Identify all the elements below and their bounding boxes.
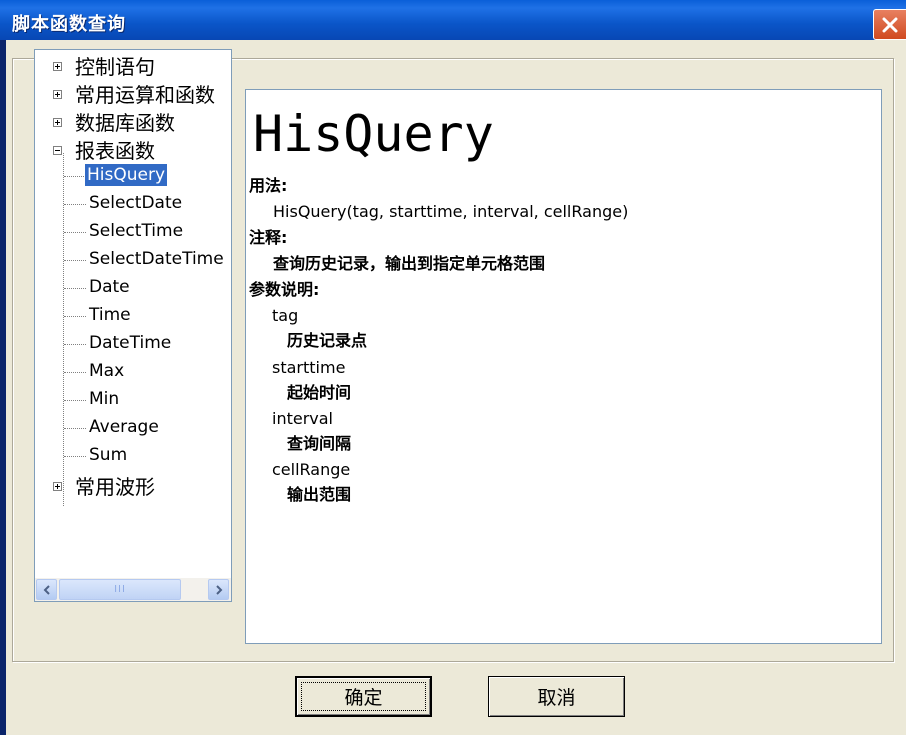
param-name: tag	[272, 306, 299, 325]
tree-guide-line	[64, 344, 86, 345]
tree-guide-line	[64, 316, 86, 317]
window-title: 脚本函数查询	[12, 14, 126, 35]
tree-node-control[interactable]: 控制语句	[35, 53, 231, 79]
note-heading: 注释:	[249, 228, 288, 247]
tree-guide-line	[64, 204, 86, 205]
param-name: cellRange	[272, 460, 351, 479]
cancel-button-label: 取消	[537, 687, 576, 709]
usage-heading: 用法:	[249, 176, 288, 195]
tree-guide-line	[64, 260, 86, 261]
tree-guide-line	[63, 153, 64, 506]
tree-node-label: 数据库函数	[75, 111, 175, 135]
scroll-thumb[interactable]: III	[59, 579, 181, 600]
param-desc: 输出范围	[287, 485, 352, 504]
tree-node-report[interactable]: 报表函数	[35, 137, 231, 163]
tree-node-common-ops[interactable]: 常用运算和函数	[35, 81, 231, 107]
tree-node-label: 报表函数	[75, 139, 155, 163]
tree-item-hisquery[interactable]: HisQuery	[83, 163, 169, 187]
param-name: interval	[272, 409, 333, 428]
tree-node-label: 控制语句	[75, 55, 155, 79]
scroll-right-button[interactable]	[208, 579, 229, 600]
tree-guide-line	[64, 176, 86, 177]
tree-item-selectdate[interactable]: SelectDate	[87, 192, 184, 214]
tree-item-date[interactable]: Date	[87, 276, 132, 298]
tree-items: 控制语句 常用运算和函数 数据库函数 报表函数 HisQuery SelectD…	[35, 50, 231, 578]
tree-guide-line	[64, 232, 86, 233]
params-heading: 参数说明:	[249, 280, 320, 299]
function-name-heading: HisQuery	[253, 105, 494, 163]
param-name: starttime	[272, 358, 346, 377]
cancel-button[interactable]: 取消	[488, 676, 625, 717]
scroll-grip: III	[114, 584, 126, 595]
expand-icon[interactable]	[53, 118, 62, 127]
expand-icon[interactable]	[53, 62, 62, 71]
close-icon	[882, 17, 898, 32]
tree-guide-line	[64, 456, 86, 457]
horizontal-scrollbar[interactable]: III	[35, 578, 231, 601]
tree-item-max[interactable]: Max	[87, 360, 126, 382]
focus-rect	[301, 682, 426, 711]
usage-signature: HisQuery(tag, starttime, interval, cellR…	[273, 202, 629, 221]
tree-node-label: 常用运算和函数	[75, 83, 215, 107]
note-text: 查询历史记录，输出到指定单元格范围	[273, 254, 546, 273]
chevron-right-icon	[215, 584, 222, 595]
tree-item-time[interactable]: Time	[87, 304, 133, 326]
tree-item-datetime[interactable]: DateTime	[87, 332, 173, 354]
tree-item-selectdatetime[interactable]: SelectDateTime	[87, 248, 226, 270]
close-button[interactable]	[873, 9, 906, 40]
tree-item-average[interactable]: Average	[87, 416, 161, 438]
param-desc: 查询间隔	[287, 434, 352, 453]
title-bar[interactable]: 脚本函数查询	[0, 0, 906, 40]
tree-guide-line	[64, 400, 86, 401]
expand-icon[interactable]	[53, 90, 62, 99]
tree-item-selecttime[interactable]: SelectTime	[87, 220, 185, 242]
tree-node-database[interactable]: 数据库函数	[35, 109, 231, 135]
param-desc: 起始时间	[287, 383, 352, 402]
scroll-left-button[interactable]	[36, 579, 57, 600]
collapse-icon[interactable]	[53, 146, 62, 155]
expand-icon[interactable]	[53, 482, 62, 491]
tree-guide-line	[64, 288, 86, 289]
function-detail-pane[interactable]: HisQuery 用法: HisQuery(tag, starttime, in…	[245, 89, 882, 644]
ok-button[interactable]: 确定	[295, 676, 432, 717]
tree-node-waveform[interactable]: 常用波形	[35, 473, 231, 499]
tree-node-label: 常用波形	[75, 475, 155, 499]
dialog-window: 脚本函数查询 控制语句 常用运算和函数 数据库函数 报表函数 HisQuery …	[0, 0, 906, 735]
param-desc: 历史记录点	[287, 331, 368, 350]
tree-item-sum[interactable]: Sum	[87, 444, 129, 466]
tree-guide-line	[64, 428, 86, 429]
tree-item-min[interactable]: Min	[87, 388, 121, 410]
function-tree[interactable]: 控制语句 常用运算和函数 数据库函数 报表函数 HisQuery SelectD…	[34, 49, 232, 602]
tree-guide-line	[64, 372, 86, 373]
chevron-left-icon	[43, 584, 50, 595]
